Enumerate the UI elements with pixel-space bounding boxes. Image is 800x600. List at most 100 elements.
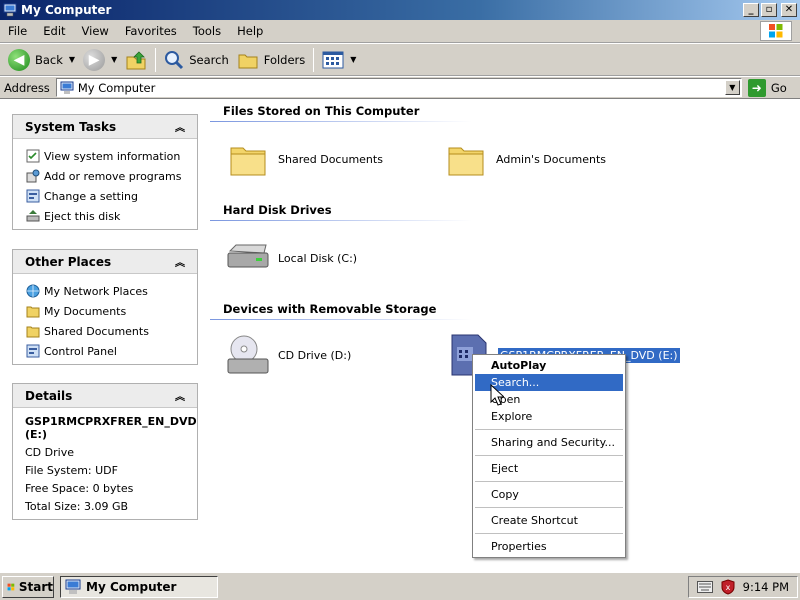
details-file-system: File System: UDF <box>25 463 118 477</box>
search-label: Search <box>189 52 229 67</box>
folders-icon <box>238 54 258 68</box>
admins-documents-item[interactable]: Admin's Documents <box>444 137 606 181</box>
menu-item-copy[interactable]: Copy <box>475 486 623 503</box>
minimize-button[interactable]: _ <box>743 3 759 17</box>
standard-toolbar: ◀ Back ▼ ▶ ▼ Search Folders ▼ <box>0 44 800 76</box>
place-my-network-places[interactable]: My Network Places <box>25 281 185 301</box>
network-places-icon <box>25 283 41 299</box>
task-add-remove-programs[interactable]: Add or remove programs <box>25 166 185 186</box>
address-dropdown-icon[interactable]: ▼ <box>724 80 740 95</box>
clock: 9:14 PM <box>742 580 789 594</box>
address-label: Address <box>4 80 50 95</box>
menu-item-eject[interactable]: Eject <box>475 460 623 477</box>
collapse-icon[interactable]: ︽ <box>175 388 185 403</box>
my-computer-icon <box>65 579 81 594</box>
details-free-space: Free Space: 0 bytes <box>25 481 134 495</box>
menu-favorites[interactable]: Favorites <box>117 24 185 38</box>
folders-label: Folders <box>263 52 306 67</box>
menu-separator <box>475 429 623 430</box>
task-change-setting[interactable]: Change a setting <box>25 186 185 206</box>
keyboard-icon[interactable] <box>696 581 713 593</box>
security-shield-icon[interactable]: x <box>721 579 735 595</box>
start-label: Start <box>18 579 53 594</box>
system-tasks-panel: System Tasks ︽ View system information A… <box>12 114 198 230</box>
menu-edit[interactable]: Edit <box>35 24 73 38</box>
menu-file[interactable]: File <box>0 24 35 38</box>
hard-disk-icon <box>226 236 270 280</box>
forward-dropdown-icon[interactable]: ▼ <box>111 55 117 64</box>
system-tray: x 9:14 PM <box>688 576 798 598</box>
svg-text:x: x <box>725 583 730 592</box>
address-value: My Computer <box>77 80 156 95</box>
title-bar[interactable]: My Computer _ ▫ ✕ <box>0 0 800 20</box>
taskbar: Start My Computer x 9:14 PM <box>0 572 800 600</box>
menu-separator <box>475 455 623 456</box>
start-button[interactable]: Start <box>2 575 54 598</box>
up-folder-icon <box>126 50 146 69</box>
search-icon <box>165 50 184 69</box>
go-label: Go <box>770 80 787 95</box>
other-places-title: Other Places <box>25 254 112 269</box>
up-folder-button[interactable] <box>121 46 151 74</box>
window-title: My Computer <box>21 3 112 17</box>
address-field[interactable]: My Computer ▼ <box>55 78 742 97</box>
menu-separator <box>475 481 623 482</box>
go-button[interactable]: ➜ Go <box>747 78 787 97</box>
my-computer-icon <box>3 3 17 17</box>
menu-bar: File Edit View Favorites Tools Help <box>0 20 800 43</box>
folder-icon <box>444 137 488 181</box>
close-button[interactable]: ✕ <box>781 3 797 17</box>
details-panel: Details ︽ GSP1RMCPRXFRER_EN_DVD (E:) CD … <box>12 383 198 520</box>
other-places-panel: Other Places ︽ My Network Places My Docu… <box>12 249 198 365</box>
menu-item-explore[interactable]: Explore <box>475 408 623 425</box>
details-drive-name: GSP1RMCPRXFRER_EN_DVD (E:) <box>25 415 197 441</box>
views-icon <box>322 51 344 68</box>
add-remove-programs-icon <box>25 168 41 184</box>
go-arrow-icon: ➜ <box>747 78 766 97</box>
menu-item-create-shortcut[interactable]: Create Shortcut <box>475 512 623 529</box>
menu-tools[interactable]: Tools <box>185 24 229 38</box>
taskbar-item-label: My Computer <box>86 579 177 594</box>
menu-view[interactable]: View <box>74 24 117 38</box>
control-panel-icon <box>25 188 41 204</box>
search-button[interactable]: Search <box>160 46 233 74</box>
back-label: Back <box>35 52 63 67</box>
menu-item-autoplay[interactable]: AutoPlay <box>475 357 623 374</box>
folder-icon <box>226 137 270 181</box>
collapse-icon[interactable]: ︽ <box>175 119 185 134</box>
cd-drive-icon <box>226 333 270 377</box>
details-drive-type: CD Drive <box>25 445 74 459</box>
views-button[interactable]: ▼ <box>318 46 360 74</box>
system-tasks-title: System Tasks <box>25 119 117 134</box>
system-info-icon <box>25 148 41 164</box>
cd-drive-item[interactable]: CD Drive (D:) <box>226 333 351 377</box>
back-dropdown-icon[interactable]: ▼ <box>69 55 75 64</box>
forward-arrow-icon: ▶ <box>83 48 106 71</box>
place-shared-documents[interactable]: Shared Documents <box>25 321 185 341</box>
menu-help[interactable]: Help <box>229 24 271 38</box>
local-disk-item[interactable]: Local Disk (C:) <box>226 236 357 280</box>
back-button[interactable]: ◀ Back ▼ <box>4 46 79 74</box>
details-title: Details <box>25 388 73 403</box>
task-eject-disk[interactable]: Eject this disk <box>25 206 185 226</box>
menu-item-sharing-security[interactable]: Sharing and Security... <box>475 434 623 451</box>
content-area: System Tasks ︽ View system information A… <box>0 100 800 570</box>
other-places-header[interactable]: Other Places ︽ <box>13 250 197 274</box>
menu-item-properties[interactable]: Properties <box>475 538 623 555</box>
views-dropdown-icon[interactable]: ▼ <box>350 55 356 64</box>
control-panel-icon <box>25 343 41 359</box>
task-view-system-information[interactable]: View system information <box>25 146 185 166</box>
shared-documents-item[interactable]: Shared Documents <box>226 137 383 181</box>
folders-button[interactable]: Folders <box>233 46 310 74</box>
collapse-icon[interactable]: ︽ <box>175 254 185 269</box>
maximize-button[interactable]: ▫ <box>761 3 777 17</box>
windows-flag-icon <box>7 583 15 590</box>
section-hard-disk-drives: Hard Disk Drives <box>210 203 472 221</box>
place-control-panel[interactable]: Control Panel <box>25 341 185 361</box>
menu-separator <box>475 507 623 508</box>
details-header[interactable]: Details ︽ <box>13 384 197 408</box>
taskbar-item-my-computer[interactable]: My Computer <box>60 575 218 598</box>
system-tasks-header[interactable]: System Tasks ︽ <box>13 115 197 139</box>
forward-button[interactable]: ▶ ▼ <box>79 46 121 74</box>
place-my-documents[interactable]: My Documents <box>25 301 185 321</box>
